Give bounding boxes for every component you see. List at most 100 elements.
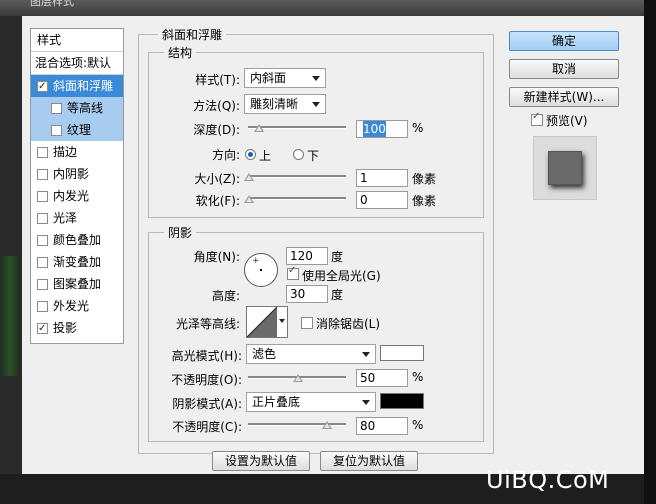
depth-label: 深度(D): (193, 123, 240, 137)
style-item-checkbox[interactable] (51, 103, 62, 114)
style-item-label: 光泽 (53, 211, 78, 225)
highlight-color-swatch[interactable] (380, 345, 424, 361)
depth-input[interactable]: 100 (356, 120, 408, 138)
style-list-item[interactable]: 图案叠加 (31, 273, 123, 295)
direction-up-radio[interactable] (245, 149, 256, 160)
depth-unit: % (412, 121, 424, 135)
altitude-unit: 度 (331, 288, 344, 302)
style-list-item[interactable]: 颜色叠加 (31, 229, 123, 251)
style-item-label: 等高线 (67, 101, 104, 115)
layer-style-dialog: 图层样式 样式 混合选项:默认 斜面和浮雕等高线纹理描边内阴影内发光光泽颜色叠加… (0, 0, 644, 504)
angle-unit: 度 (331, 250, 344, 264)
style-list-item[interactable]: 光泽 (31, 207, 123, 229)
cancel-button[interactable]: 取消 (509, 59, 619, 79)
direction-label: 方向: (211, 148, 240, 162)
style-list-item[interactable]: 内阴影 (31, 163, 123, 185)
highlight-opacity-knob[interactable] (293, 374, 303, 382)
altitude-input[interactable]: 30 (286, 285, 328, 303)
highlight-mode-select[interactable]: 滤色 (246, 344, 376, 364)
style-item-checkbox[interactable] (37, 213, 48, 224)
angle-dial-crosshair-icon: + (252, 256, 260, 266)
contour-dropdown-icon (279, 319, 285, 323)
size-slider[interactable] (248, 175, 346, 178)
size-input[interactable]: 1 (356, 169, 408, 187)
angle-label: 角度(N): (193, 250, 240, 264)
angle-input[interactable]: 120 (286, 247, 328, 265)
highlight-opacity-unit: % (412, 370, 424, 384)
direction-down-radio[interactable] (293, 149, 304, 160)
style-list-item[interactable]: 渐变叠加 (31, 251, 123, 273)
shading-title: 阴影 (164, 224, 197, 241)
style-list-item[interactable]: 内发光 (31, 185, 123, 207)
shadow-color-swatch[interactable] (380, 393, 424, 409)
reset-default-button[interactable]: 复位为默认值 (320, 451, 418, 471)
style-item-label: 颜色叠加 (53, 233, 102, 247)
preview-checkbox[interactable] (531, 111, 543, 126)
style-item-checkbox[interactable] (37, 169, 48, 180)
shadow-opacity-input[interactable]: 80 (356, 417, 408, 435)
style-list-item[interactable]: 投影 (31, 317, 123, 340)
bevel-style-select[interactable]: 内斜面 (244, 68, 326, 88)
make-default-button[interactable]: 设置为默认值 (212, 451, 310, 471)
technique-select[interactable]: 雕刻清晰 (244, 94, 326, 114)
style-item-label: 图案叠加 (53, 277, 102, 291)
style-item-checkbox[interactable] (37, 301, 48, 312)
window-title: 图层样式 (30, 0, 74, 8)
style-item-checkbox[interactable] (51, 125, 62, 136)
structure-title: 结构 (164, 44, 197, 61)
style-item-checkbox[interactable] (37, 318, 48, 340)
soften-label: 软化(F): (195, 194, 240, 208)
style-list-item[interactable]: 描边 (31, 141, 123, 163)
style-item-checkbox[interactable] (37, 147, 48, 158)
altitude-label: 高度: (211, 289, 240, 303)
angle-dial[interactable]: + (244, 253, 278, 287)
technique-label: 方法(Q): (193, 99, 240, 113)
shadow-opacity-label: 不透明度(C): (172, 420, 242, 434)
style-item-label: 斜面和浮雕 (53, 79, 114, 93)
shadow-mode-label: 阴影模式(A): (172, 397, 242, 411)
contour-curve-icon (247, 307, 278, 337)
size-slider-knob[interactable] (244, 173, 254, 181)
global-light-checkbox[interactable] (287, 265, 299, 280)
shadow-opacity-knob[interactable] (322, 421, 333, 429)
gloss-contour-label: 光泽等高线: (175, 317, 240, 331)
bevel-panel-title: 斜面和浮雕 (158, 26, 227, 43)
watermark-text: UiBQ.CoM (486, 466, 610, 494)
soften-slider-knob[interactable] (244, 195, 254, 203)
direction-up-label: 上 (259, 149, 272, 163)
shadow-mode-select[interactable]: 正片叠底 (246, 392, 376, 412)
style-item-label: 纹理 (67, 123, 92, 137)
style-item-label: 内阴影 (53, 167, 90, 181)
style-item-label: 投影 (53, 321, 78, 335)
style-item-checkbox[interactable] (37, 191, 48, 202)
style-list-item[interactable]: 等高线 (31, 97, 123, 119)
ok-button[interactable]: 确定 (509, 31, 619, 51)
background-canvas-strip (0, 16, 22, 504)
anti-alias-label: 消除锯齿(L) (316, 317, 381, 331)
soften-unit: 像素 (412, 194, 437, 208)
highlight-mode-label: 高光模式(H): (171, 349, 242, 363)
anti-alias-checkbox[interactable] (301, 317, 313, 329)
title-bar[interactable]: 图层样式 (0, 0, 644, 16)
blend-options-item[interactable]: 混合选项:默认 (31, 52, 123, 74)
style-item-label: 渐变叠加 (53, 255, 102, 269)
style-item-checkbox[interactable] (37, 76, 48, 98)
style-item-checkbox[interactable] (37, 235, 48, 246)
highlight-opacity-input[interactable]: 50 (356, 369, 408, 387)
style-item-checkbox[interactable] (37, 279, 48, 290)
style-list-item[interactable]: 斜面和浮雕 (31, 75, 123, 98)
new-style-button[interactable]: 新建样式(W)... (509, 87, 619, 107)
soften-input[interactable]: 0 (356, 191, 408, 209)
style-item-checkbox[interactable] (37, 257, 48, 268)
soften-slider[interactable] (248, 197, 346, 200)
style-list: 样式 混合选项:默认 斜面和浮雕等高线纹理描边内阴影内发光光泽颜色叠加渐变叠加图… (30, 28, 124, 344)
style-list-item[interactable]: 外发光 (31, 295, 123, 317)
style-list-item[interactable]: 纹理 (31, 119, 123, 141)
style-label: 样式(T): (195, 73, 240, 87)
background-canvas-right (644, 0, 656, 504)
depth-slider-knob[interactable] (253, 124, 264, 132)
direction-down-label: 下 (307, 149, 320, 163)
gloss-contour-picker[interactable] (246, 306, 288, 338)
highlight-opacity-label: 不透明度(O): (171, 373, 242, 387)
style-preview-thumbnail (533, 136, 597, 200)
